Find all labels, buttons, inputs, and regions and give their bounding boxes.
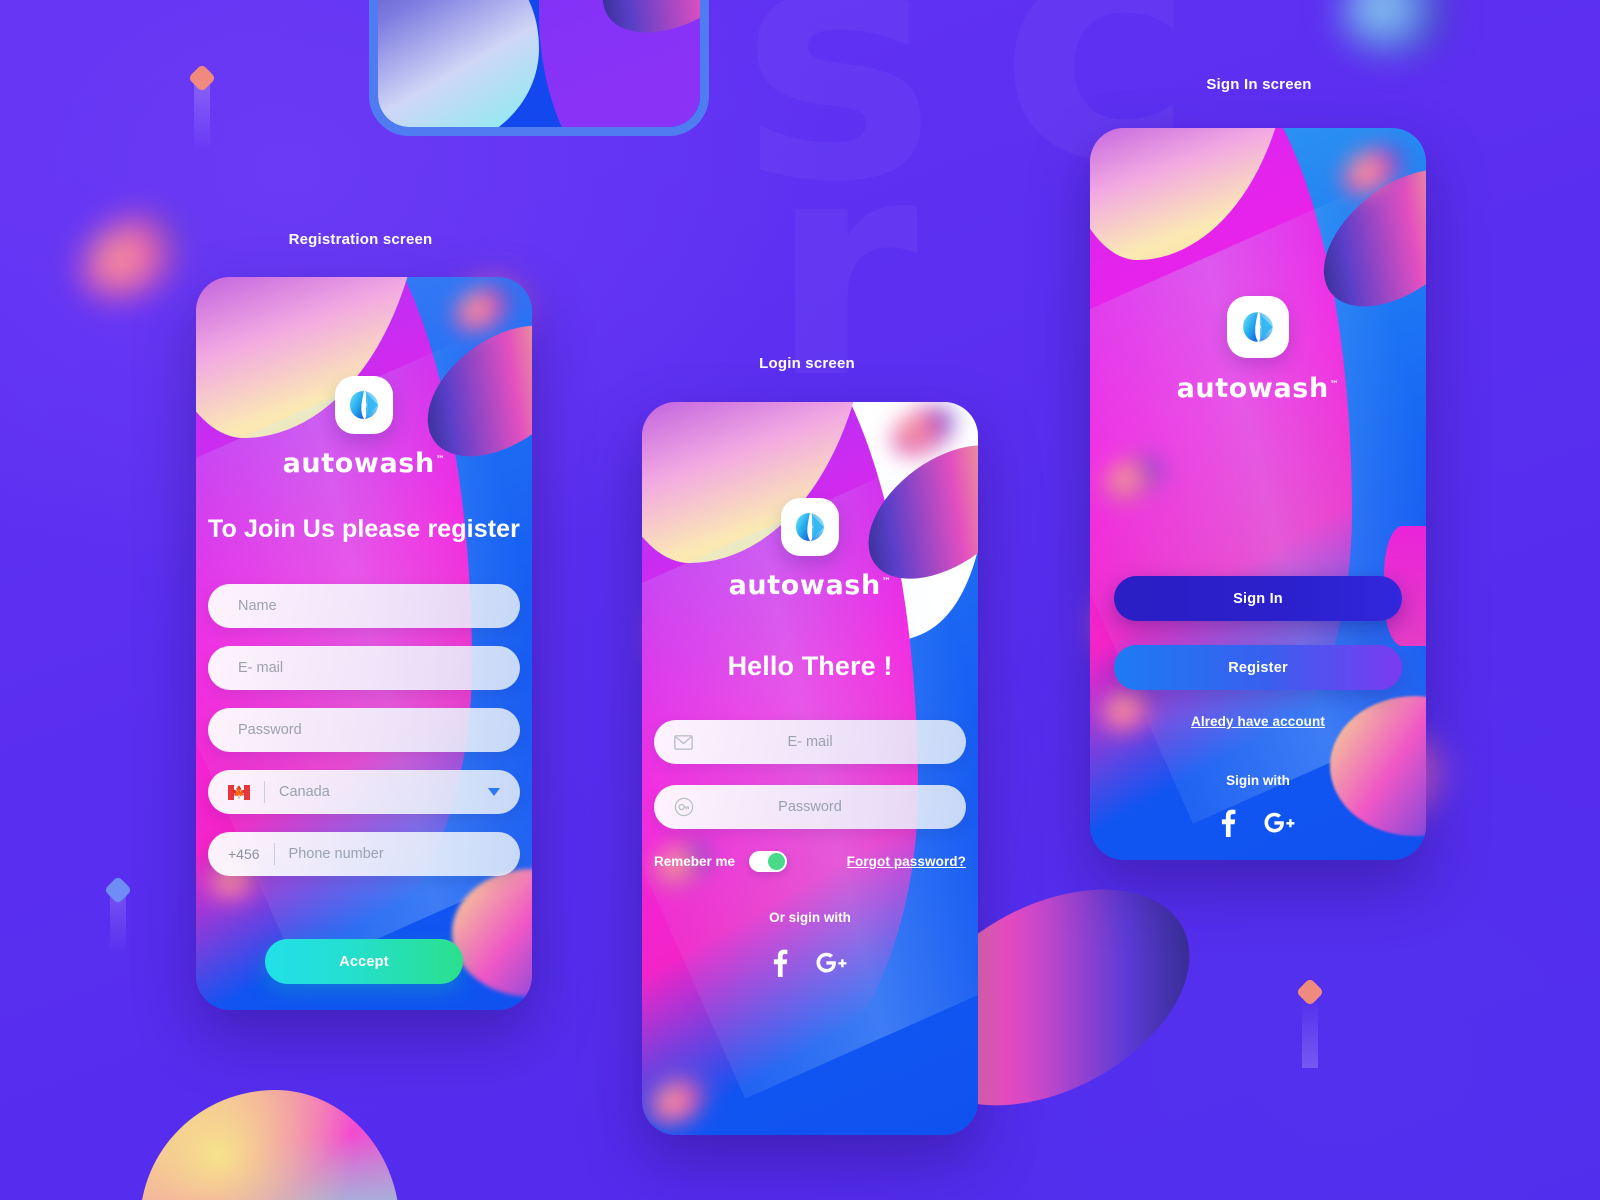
signin-content: autowash™ Sign In Register Alredy have a… bbox=[1090, 128, 1426, 860]
autowash-logo-icon bbox=[350, 391, 378, 419]
signin-social-prompt: Sigin with bbox=[1226, 773, 1290, 788]
login-email-input[interactable]: E- mail bbox=[654, 720, 966, 764]
canada-flag-icon: 🍁 bbox=[208, 784, 250, 800]
signin-screen-label: Sign In screen bbox=[1206, 76, 1312, 93]
name-input[interactable]: Name bbox=[208, 584, 520, 628]
already-have-account-link[interactable]: Alredy have account bbox=[1191, 714, 1325, 729]
registration-headline: To Join Us please register bbox=[208, 515, 520, 543]
login-headline: Hello There ! bbox=[727, 651, 893, 681]
field-divider bbox=[273, 843, 275, 865]
decor-diamond-pin-top-left bbox=[187, 63, 217, 150]
forgot-password-link[interactable]: Forgot password? bbox=[847, 854, 966, 869]
decor-diamond-pin-bottom-right bbox=[1295, 977, 1325, 1068]
email-placeholder: E- mail bbox=[238, 660, 284, 676]
google-plus-icon[interactable] bbox=[814, 950, 848, 981]
login-email-placeholder: E- mail bbox=[787, 734, 833, 750]
autowash-logo-icon bbox=[1243, 312, 1273, 342]
decor-diamond-pin-left bbox=[103, 875, 133, 956]
decor-phone-frame-top bbox=[369, 0, 709, 136]
login-social-prompt: Or sigin with bbox=[769, 910, 851, 925]
watermark-letter-r: r bbox=[770, 120, 924, 420]
email-input[interactable]: E- mail bbox=[208, 646, 520, 690]
registration-content: autowash™ To Join Us please register Nam… bbox=[196, 277, 532, 1010]
facebook-icon[interactable] bbox=[1221, 809, 1236, 842]
google-plus-icon[interactable] bbox=[1262, 810, 1296, 841]
login-password-placeholder: Password bbox=[778, 799, 842, 815]
app-logo-badge bbox=[1227, 296, 1289, 358]
login-card: autowash™ Hello There ! E- mail Password… bbox=[642, 402, 978, 1135]
login-screen-label: Login screen bbox=[759, 355, 855, 372]
name-placeholder: Name bbox=[238, 598, 277, 614]
decor-blob-left-upper bbox=[67, 196, 199, 316]
login-social-row bbox=[773, 949, 848, 982]
remember-me-toggle[interactable] bbox=[749, 851, 788, 872]
register-button[interactable]: Register bbox=[1114, 645, 1402, 690]
accept-button[interactable]: Accept bbox=[265, 939, 463, 984]
mockup-canvas: s c r Registration screen bbox=[0, 0, 1600, 1200]
signin-social-row bbox=[1221, 809, 1296, 842]
autowash-logo-icon bbox=[796, 513, 824, 541]
app-logo-badge bbox=[335, 376, 393, 434]
chevron-down-icon[interactable] bbox=[488, 788, 500, 796]
dial-code: +456 bbox=[228, 846, 260, 862]
password-input[interactable]: Password bbox=[208, 708, 520, 752]
remember-me-label: Remeber me bbox=[654, 854, 736, 869]
decor-blob-top-right bbox=[1338, 0, 1448, 56]
field-divider bbox=[264, 781, 265, 803]
registration-card: autowash™ To Join Us please register Nam… bbox=[196, 277, 532, 1010]
brand-wordmark: autowash™ bbox=[282, 448, 446, 479]
password-placeholder: Password bbox=[238, 722, 302, 738]
app-logo-badge bbox=[781, 498, 839, 556]
toggle-knob bbox=[768, 853, 786, 870]
brand-wordmark: autowash™ bbox=[728, 570, 892, 601]
login-content: autowash™ Hello There ! E- mail Password… bbox=[642, 402, 978, 1135]
decor-egg-bottom-left bbox=[140, 1090, 400, 1200]
facebook-icon[interactable] bbox=[773, 949, 788, 982]
phone-input[interactable]: +456 Phone number bbox=[208, 832, 520, 876]
signin-button[interactable]: Sign In bbox=[1114, 576, 1402, 621]
signin-card: autowash™ Sign In Register Alredy have a… bbox=[1090, 128, 1426, 860]
brand-wordmark: autowash™ bbox=[1176, 373, 1340, 404]
country-value: Canada bbox=[279, 784, 330, 800]
phone-placeholder: Phone number bbox=[288, 846, 384, 862]
login-password-input[interactable]: Password bbox=[654, 785, 966, 829]
registration-screen-label: Registration screen bbox=[288, 231, 433, 248]
country-select[interactable]: 🍁 Canada bbox=[208, 770, 520, 814]
